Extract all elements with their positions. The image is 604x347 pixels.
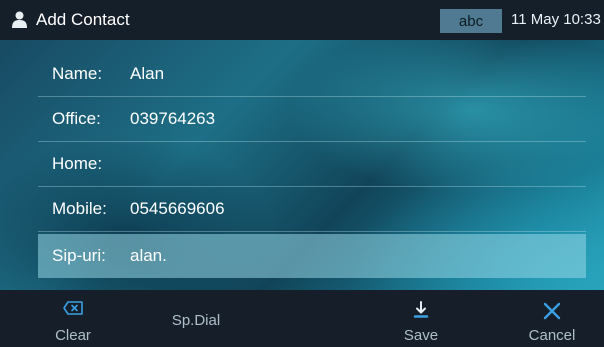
- speed-dial-label: Sp.Dial: [171, 312, 221, 329]
- contact-form: Name: Alan Office: 039764263 Home: Mobil…: [0, 40, 604, 290]
- save-button[interactable]: Save: [386, 290, 456, 347]
- title-bar: Add Contact abc 11 May 10:33: [0, 0, 604, 40]
- input-mode-badge[interactable]: abc: [440, 9, 502, 33]
- cancel-button[interactable]: Cancel: [512, 290, 592, 347]
- save-icon: [413, 301, 429, 318]
- mobile-field[interactable]: Mobile: 0545669606: [38, 187, 586, 232]
- mobile-value[interactable]: 0545669606: [130, 199, 225, 219]
- home-field[interactable]: Home:: [38, 142, 586, 187]
- cancel-label: Cancel: [528, 327, 576, 344]
- sip-uri-value[interactable]: alan.: [130, 246, 167, 266]
- phone-screen: Add Contact abc 11 May 10:33 Name: Alan …: [0, 0, 604, 347]
- page-title: Add Contact: [36, 10, 130, 29]
- field-label: Name:: [52, 64, 103, 83]
- sip-uri-field[interactable]: Sip-uri: alan.: [38, 234, 586, 278]
- field-label: Mobile:: [52, 199, 107, 218]
- name-value[interactable]: Alan: [130, 64, 164, 84]
- office-value[interactable]: 039764263: [130, 109, 215, 129]
- softkey-bar: Clear Sp.Dial Save Cancel: [0, 290, 604, 347]
- person-icon: [12, 11, 27, 28]
- save-label: Save: [403, 327, 439, 344]
- speed-dial-button[interactable]: Sp.Dial: [156, 290, 236, 347]
- field-label: Sip-uri:: [52, 246, 106, 265]
- name-field[interactable]: Name: Alan: [38, 52, 586, 97]
- field-label: Office:: [52, 109, 101, 128]
- clear-button[interactable]: Clear: [40, 290, 106, 347]
- close-icon: [543, 302, 561, 320]
- clear-label: Clear: [55, 327, 91, 344]
- field-label: Home:: [52, 154, 103, 173]
- clock: 11 May 10:33: [511, 11, 601, 28]
- backspace-icon: [63, 301, 83, 315]
- office-field[interactable]: Office: 039764263: [38, 97, 586, 142]
